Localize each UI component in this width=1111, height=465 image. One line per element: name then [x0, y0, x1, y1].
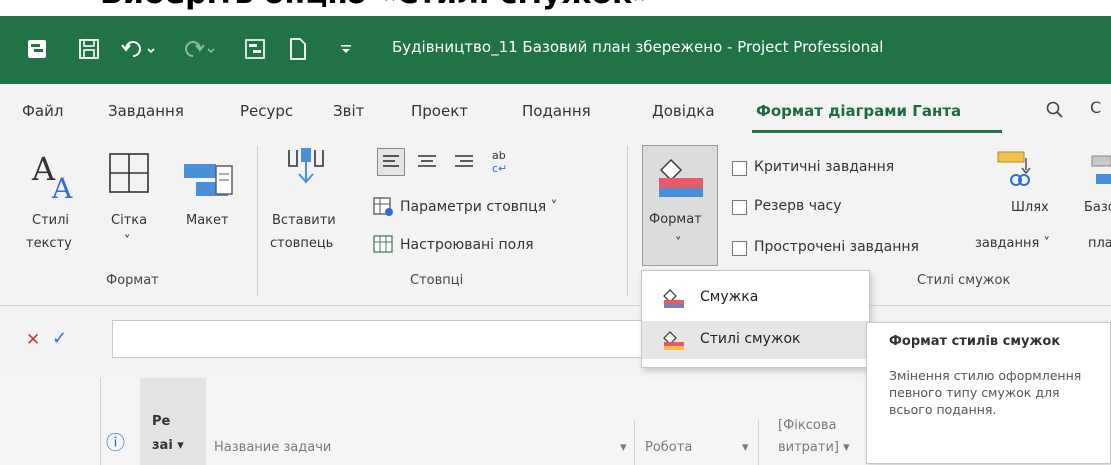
task-name-column-header[interactable]: Название задачи: [214, 440, 331, 455]
cancel-entry-icon[interactable]: ✕: [26, 330, 40, 350]
group-format-label: Формат: [106, 273, 159, 288]
gridlines-chevron: ˅: [124, 234, 131, 249]
custom-fields-label[interactable]: Настроювані поля: [400, 237, 534, 253]
save-icon[interactable]: [72, 35, 106, 63]
bar-styles-icon: [662, 330, 686, 354]
align-right-icon[interactable]: [451, 148, 477, 180]
info-column-icon[interactable]: ⓘ: [106, 428, 125, 455]
work-column-header[interactable]: Робота: [645, 440, 692, 455]
group-separator: [627, 146, 628, 296]
task-name-filter-icon[interactable]: ▾: [620, 440, 627, 455]
group-bar-styles-label: Стилі смужок: [917, 273, 1011, 288]
svg-text:c↵: c↵: [492, 162, 507, 175]
redo-icon[interactable]: [178, 35, 220, 63]
gridlines-icon[interactable]: [108, 152, 150, 198]
bar-format-icon: [657, 158, 705, 202]
customize-qat-icon[interactable]: [334, 35, 358, 63]
format-button-label: Формат: [649, 212, 702, 227]
wrap-text-icon[interactable]: ab c↵: [488, 146, 514, 180]
tooltip-body: Змінення стилю оформлення певного типу с…: [889, 368, 1082, 417]
group-columns-label: Стовпці: [410, 273, 464, 288]
baseline-icon[interactable]: [1090, 152, 1111, 190]
fixed-cost-header-2[interactable]: витрати] ▾: [778, 440, 850, 455]
custom-fields-icon[interactable]: [372, 234, 396, 260]
late-tasks-label: Прострочені завдання: [754, 239, 919, 255]
gantt-view-icon[interactable]: [240, 35, 270, 63]
column-divider: [100, 378, 101, 465]
search-icon-partial: C: [1090, 98, 1102, 117]
menu-item-bar-label: Смужка: [700, 289, 759, 305]
group-separator: [257, 146, 258, 296]
tab-resource[interactable]: Ресурс: [240, 102, 293, 120]
baseline-label-1: Базо: [1084, 200, 1111, 215]
tab-task[interactable]: Завдання: [108, 102, 184, 120]
layout-label: Макет: [186, 213, 229, 228]
tab-report[interactable]: Звіт: [333, 102, 364, 120]
ribbon-tabs: Файл Завдання Ресурс Звіт Проект Подання…: [0, 84, 1111, 136]
critical-tasks-label: Критичні завдання: [754, 159, 895, 175]
project-app-icon: [20, 35, 54, 63]
align-center-icon[interactable]: [414, 148, 440, 180]
baseline-label-2: пла: [1088, 236, 1111, 251]
mode-column-label-2: заі ▾: [152, 438, 184, 453]
gridlines-label: Сітка: [111, 213, 148, 228]
confirm-entry-icon[interactable]: ✓: [52, 328, 67, 349]
search-icon[interactable]: [1045, 100, 1065, 124]
column-divider: [634, 420, 635, 465]
slack-label: Резерв часу: [754, 198, 842, 214]
work-filter-icon[interactable]: ▾: [742, 440, 749, 455]
window-title: Будівництво_11 Базовий план збережено - …: [392, 38, 884, 56]
undo-icon[interactable]: [118, 35, 160, 63]
svg-text:ab: ab: [492, 149, 506, 162]
menu-item-bar-styles[interactable]: Стилі смужок: [642, 321, 869, 359]
bar-icon: [662, 288, 686, 312]
layout-icon[interactable]: [182, 160, 236, 204]
bar-styles-tooltip: Формат стилів смужок Змінення стилю офор…: [866, 322, 1111, 464]
title-bar: Будівництво_11 Базовий план збережено - …: [0, 16, 1111, 84]
instruction-strip: Виберіть опцію «Стилі смужок»: [0, 0, 1111, 16]
tab-gantt-format[interactable]: Формат діаграми Ганта: [756, 102, 961, 120]
instruction-text: Виберіть опцію «Стилі смужок»: [100, 0, 652, 11]
insert-column-label-1: Вставити: [272, 213, 336, 228]
task-path-icon[interactable]: [994, 146, 1040, 196]
entry-input[interactable]: [112, 320, 652, 358]
task-path-label-1: Шлях: [1011, 200, 1049, 215]
format-button[interactable]: Формат ˅: [642, 145, 718, 266]
late-tasks-checkbox[interactable]: [732, 241, 747, 256]
format-button-chevron: ˅: [675, 236, 682, 251]
fixed-cost-header-1[interactable]: [Фіксова: [778, 418, 836, 433]
active-tab-indicator: [752, 130, 1002, 133]
tab-help[interactable]: Довідка: [652, 102, 715, 120]
column-settings-icon[interactable]: [372, 196, 396, 222]
mode-column-label-1: Ре: [152, 414, 171, 429]
svg-text:A: A: [51, 172, 73, 202]
column-divider: [758, 420, 759, 465]
align-left-button[interactable]: [377, 148, 405, 176]
menu-item-bar-styles-label: Стилі смужок: [700, 331, 801, 347]
critical-tasks-checkbox[interactable]: [732, 161, 747, 176]
column-settings-label[interactable]: Параметри стовпця ˅: [400, 199, 558, 215]
align-left-icon: [383, 155, 399, 167]
tab-project[interactable]: Проект: [411, 102, 468, 120]
new-document-icon[interactable]: [283, 35, 313, 63]
task-path-label-2: завдання ˅: [975, 236, 1050, 251]
menu-item-bar[interactable]: Смужка: [642, 279, 869, 317]
slack-checkbox[interactable]: [732, 200, 747, 215]
text-styles-label-1: Стилі: [32, 213, 70, 228]
text-styles-label-2: тексту: [26, 236, 72, 251]
format-dropdown-menu: Смужка Стилі смужок: [641, 270, 870, 368]
tooltip-title: Формат стилів смужок: [889, 334, 1061, 349]
mode-column-header[interactable]: Ре заі ▾: [140, 378, 206, 465]
text-styles-icon[interactable]: AA: [30, 150, 78, 206]
insert-column-label-2: стовпець: [270, 236, 334, 251]
insert-column-icon[interactable]: [283, 146, 329, 196]
tab-file[interactable]: Файл: [22, 102, 63, 120]
tab-view[interactable]: Подання: [522, 102, 591, 120]
